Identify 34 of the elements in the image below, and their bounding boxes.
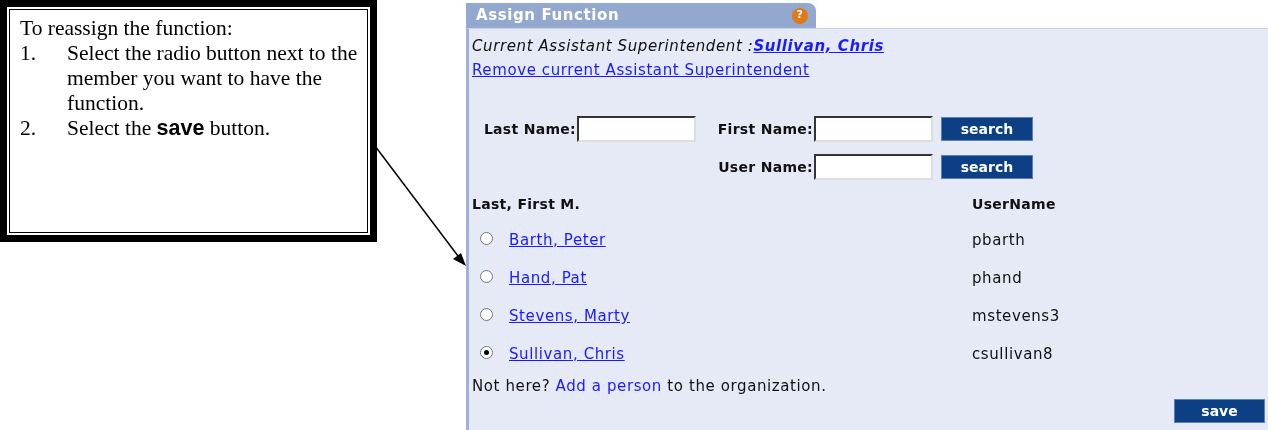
- username-text: pbarth: [972, 230, 1027, 251]
- column-header: UserName: [972, 195, 1057, 214]
- step-text: Select the save button.: [67, 116, 271, 141]
- step-number: 1.: [20, 41, 38, 67]
- column-header: Last, First M.: [472, 195, 582, 214]
- footer-text: Not here? Add a person to the organization.: [472, 376, 828, 396]
- field-label: User Name:: [717, 158, 814, 177]
- save-button[interactable]: save: [1174, 399, 1265, 423]
- tab-title: Assign Function: [476, 5, 620, 27]
- radio-button[interactable]: [480, 345, 493, 359]
- radio-button[interactable]: [480, 269, 493, 283]
- add-person-link[interactable]: Add a person: [555, 377, 662, 395]
- member-link[interactable]: Hand, Pat: [509, 268, 587, 288]
- username-text: csullivan8: [972, 344, 1055, 365]
- search-button[interactable]: search: [941, 155, 1033, 179]
- member-link[interactable]: Sullivan, Chris: [509, 344, 625, 364]
- assignee-link[interactable]: Sullivan, Chris: [753, 37, 884, 55]
- first-name-field[interactable]: [814, 116, 933, 142]
- remove-link[interactable]: Remove current Assistant Superintendent: [472, 61, 810, 79]
- radio-button[interactable]: [480, 231, 493, 245]
- last-name-field[interactable]: [577, 116, 696, 142]
- radio-button[interactable]: [480, 307, 493, 321]
- step-text: Select the radio button next to the member you want to have the function.: [67, 41, 359, 116]
- member-link[interactable]: Barth, Peter: [509, 230, 606, 250]
- current-assignee-text: Current Assistant Superintendent :Sullivan, Chris: [472, 36, 885, 56]
- field-label: Last Name:: [482, 120, 577, 139]
- user-name-field[interactable]: [814, 154, 933, 180]
- username-text: mstevens3: [972, 306, 1061, 327]
- step-number: 2.: [20, 116, 38, 141]
- field-label: First Name:: [716, 120, 814, 139]
- username-text: phand: [972, 268, 1024, 289]
- search-button[interactable]: search: [941, 117, 1033, 141]
- callout-heading: To reassign the function:: [20, 16, 234, 41]
- member-link[interactable]: Stevens, Marty: [509, 306, 631, 326]
